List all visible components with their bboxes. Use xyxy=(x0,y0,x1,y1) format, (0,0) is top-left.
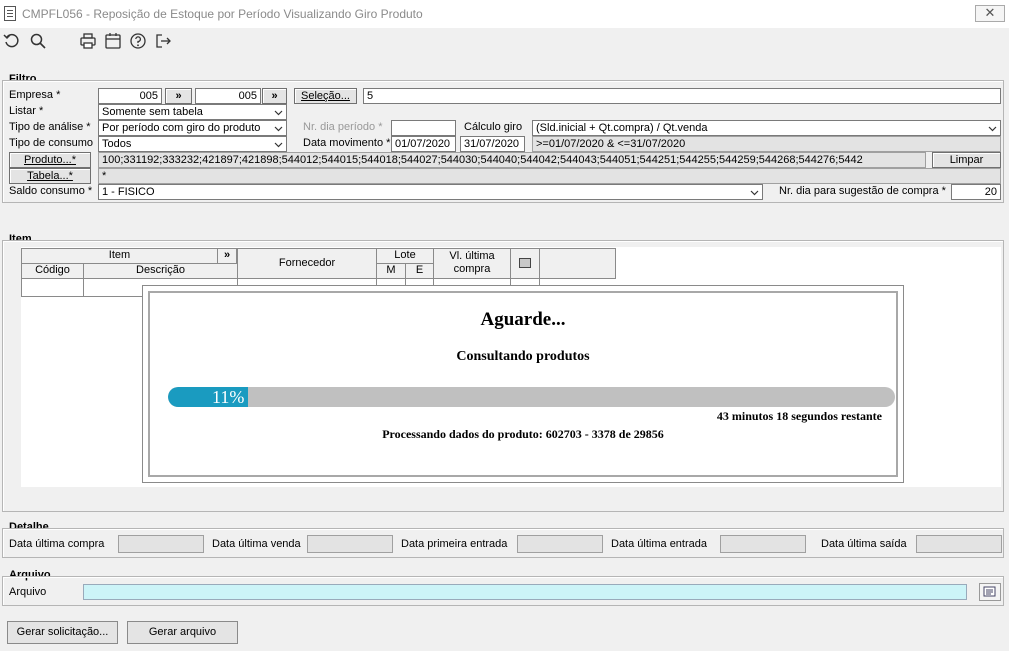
tabela-button-label: Tabela...* xyxy=(27,170,73,182)
saldo-consumo-select-value: 1 - FISICO xyxy=(102,186,155,198)
cell-codigo[interactable] xyxy=(21,278,84,297)
tipo-consumo-select[interactable]: Todos xyxy=(98,136,287,152)
data-movimento-expression: >=01/07/2020 & <=31/07/2020 xyxy=(532,136,1001,152)
produto-button[interactable]: Produto...* xyxy=(9,152,91,168)
tabela-button[interactable]: Tabela...* xyxy=(9,168,91,184)
listar-select-value: Somente sem tabela xyxy=(102,106,203,118)
dialog-title: Aguarde... xyxy=(480,309,566,330)
saldo-consumo-label: Saldo consumo * xyxy=(9,185,93,197)
dialog-subtitle: Consultando produtos xyxy=(456,349,590,364)
arquivo-input[interactable] xyxy=(83,584,967,600)
window-title: CMPFL056 - Reposição de Estoque por Perí… xyxy=(22,7,423,21)
calculo-giro-label: Cálculo giro xyxy=(464,121,523,133)
calculo-giro-select[interactable]: (Sld.inicial + Qt.compra) / Qt.venda xyxy=(532,120,1001,136)
progress-dialog-frame: Aguarde... Consultando produtos 11% 43 m… xyxy=(148,291,898,477)
close-button[interactable]: ✕ xyxy=(975,5,1005,22)
progress-dialog: Aguarde... Consultando produtos 11% 43 m… xyxy=(142,285,904,483)
data-movimento-label: Data movimento * xyxy=(303,137,391,149)
tipo-analise-select[interactable]: Por período com giro do produto xyxy=(98,120,287,136)
data-primeira-entrada-field xyxy=(517,535,603,553)
selecao-button[interactable]: Seleção... xyxy=(294,88,357,104)
progress-percent-label: 11% xyxy=(212,387,245,407)
help-icon[interactable] xyxy=(129,32,149,52)
col-header-codigo[interactable]: Código xyxy=(21,263,84,279)
produto-button-label: Produto...* xyxy=(24,154,76,166)
data-primeira-entrada-label: Data primeira entrada xyxy=(401,538,508,550)
search-icon[interactable] xyxy=(29,32,49,52)
col-header-fornecedor[interactable]: Fornecedor xyxy=(237,248,377,279)
chevron-down-icon xyxy=(750,190,759,196)
saldo-consumo-select[interactable]: 1 - FISICO xyxy=(98,184,763,200)
nr-dia-periodo-label: Nr. dia período * xyxy=(303,121,383,133)
chevron-down-icon xyxy=(988,126,997,132)
gerar-solicitacao-button[interactable]: Gerar solicitação... xyxy=(7,621,118,644)
tipo-analise-select-value: Por período com giro do produto xyxy=(102,122,261,134)
tipo-analise-label: Tipo de análise * xyxy=(9,121,91,133)
col-header-descricao[interactable]: Descrição xyxy=(83,263,238,279)
browse-file-button[interactable] xyxy=(979,583,1001,601)
data-ultima-venda-label: Data última venda xyxy=(212,538,301,550)
col-header-item: Item xyxy=(21,248,218,264)
nr-dia-periodo-input[interactable] xyxy=(391,120,456,136)
data-ultima-venda-field xyxy=(307,535,393,553)
chevron-down-icon xyxy=(274,110,283,116)
empresa-to-input[interactable]: 005 xyxy=(195,88,261,104)
time-remaining: 43 minutos 18 segundos restante xyxy=(716,409,882,423)
col-header-lote-m[interactable]: M xyxy=(376,263,406,279)
tabela-value: * xyxy=(98,168,1001,184)
nr-dia-sugestao-input[interactable]: 20 xyxy=(951,184,1001,200)
selecao-button-label: Seleção... xyxy=(301,90,350,102)
empresa-to-range-button[interactable]: » xyxy=(262,88,287,104)
progress-bar: 11% xyxy=(168,387,895,407)
listar-label: Listar * xyxy=(9,105,44,117)
tipo-consumo-label: Tipo de consumo xyxy=(9,137,93,149)
folder-browse-icon xyxy=(983,586,996,597)
data-ultima-saida-field xyxy=(916,535,1002,553)
data-ultima-compra-field xyxy=(118,535,204,553)
empresa-range-button[interactable]: » xyxy=(165,88,192,104)
title-bar: CMPFL056 - Reposição de Estoque por Perí… xyxy=(0,0,1009,28)
tipo-consumo-select-value: Todos xyxy=(102,138,132,150)
processing-status: Processando dados do produto: 602703 - 3… xyxy=(382,427,664,441)
data-ultima-entrada-label: Data última entrada xyxy=(611,538,707,550)
col-header-extra xyxy=(539,248,616,279)
undo-icon[interactable] xyxy=(3,32,23,52)
listar-select[interactable]: Somente sem tabela xyxy=(98,104,287,120)
gerar-arquivo-button[interactable]: Gerar arquivo xyxy=(127,621,238,644)
limpar-button[interactable]: Limpar xyxy=(932,152,1001,168)
chevron-down-icon xyxy=(274,126,283,132)
col-header-lote: Lote xyxy=(376,248,434,264)
empresa-from-input[interactable]: 005 xyxy=(98,88,162,104)
exit-icon[interactable] xyxy=(154,32,174,52)
selecao-value-input[interactable]: 5 xyxy=(363,88,1001,104)
select-all-checkbox-icon[interactable] xyxy=(519,258,531,268)
col-header-vl-ultima-compra[interactable]: Vl. última compra xyxy=(433,248,511,279)
calendar-icon[interactable] xyxy=(104,32,124,52)
calculo-giro-select-value: (Sld.inicial + Qt.compra) / Qt.venda xyxy=(536,122,708,134)
empresa-label: Empresa * xyxy=(9,89,61,101)
col-header-lote-e[interactable]: E xyxy=(405,263,434,279)
col-header-select-all[interactable] xyxy=(510,248,540,279)
print-icon[interactable] xyxy=(79,32,99,52)
nr-dia-sugestao-label: Nr. dia para sugestão de compra * xyxy=(779,185,946,197)
item-expand-button[interactable]: » xyxy=(217,248,237,264)
data-ultima-entrada-field xyxy=(720,535,806,553)
data-movimento-from-input[interactable]: 01/07/2020 xyxy=(391,136,456,152)
chevron-down-icon xyxy=(274,142,283,148)
produto-value: 100;331192;333232;421897;421898;544012;5… xyxy=(98,152,926,168)
data-ultima-compra-label: Data última compra xyxy=(9,538,105,550)
app-icon xyxy=(4,6,16,21)
data-ultima-saida-label: Data última saída xyxy=(821,538,907,550)
data-movimento-to-input[interactable]: 31/07/2020 xyxy=(460,136,525,152)
arquivo-label: Arquivo xyxy=(9,586,47,598)
